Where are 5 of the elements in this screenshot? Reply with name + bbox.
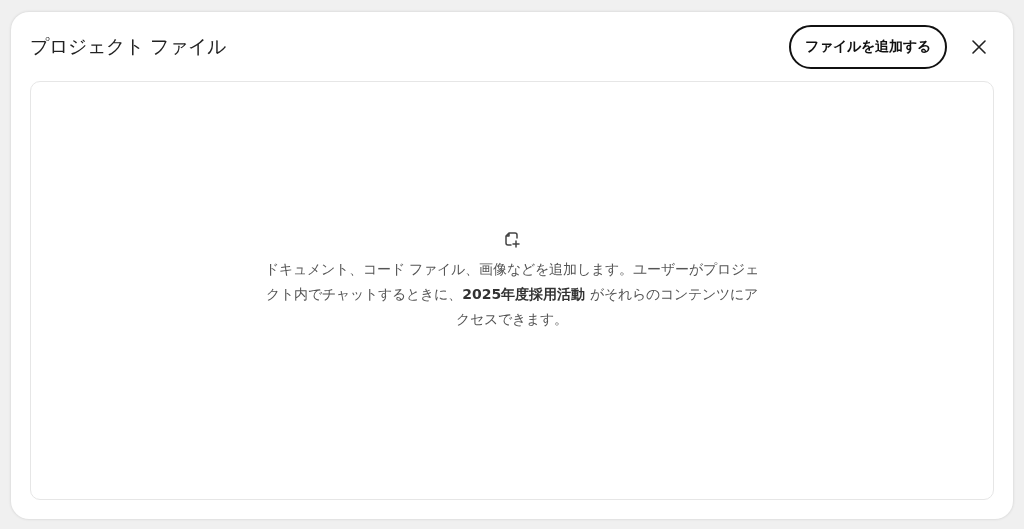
file-add-icon (502, 229, 522, 249)
add-file-button[interactable]: ファイルを追加する (789, 24, 947, 69)
close-icon[interactable] (972, 39, 986, 54)
empty-message: ドキュメント、コード ファイル、画像などを追加します。ユーザーがプロジェクト内でチャットするときに、2025年度採用活動 がそれらのコンテンツにアクセスできます。 (263, 260, 761, 329)
dialog-title: プロジェクト ファイル (30, 33, 228, 59)
